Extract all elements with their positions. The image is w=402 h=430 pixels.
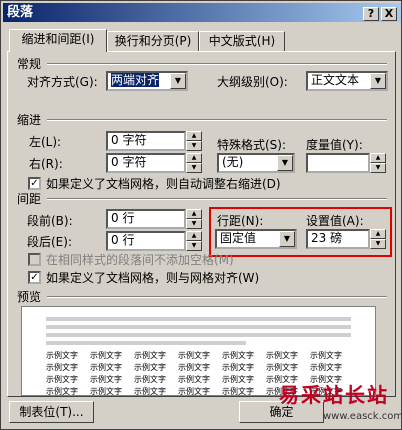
preview-sample-text: 示例文字 — [46, 363, 78, 372]
no-space-same-style-label: 在相同样式的段落间不添加空格(M) — [46, 253, 234, 267]
space-after-input[interactable]: 0 行 — [106, 231, 186, 251]
tab-line-page-breaks[interactable]: 换行和分页(P) — [107, 31, 199, 51]
preview-sample-text: 示例文字 — [90, 387, 122, 396]
preview-sample-text: 示例文字 — [46, 351, 78, 360]
preview-sample-text: 示例文字 — [134, 363, 166, 372]
preview-sample-text: 示例文字 — [134, 387, 166, 396]
close-button[interactable]: X — [381, 7, 397, 21]
spin-down-icon[interactable]: ▼ — [186, 241, 202, 251]
help-button[interactable]: ? — [363, 7, 379, 21]
no-space-same-style-checkbox[interactable] — [28, 253, 41, 266]
spacing-divider — [47, 198, 387, 200]
chevron-down-icon[interactable]: ▼ — [277, 155, 293, 171]
spin-up-icon[interactable]: ▲ — [186, 209, 202, 219]
snap-grid-label: 如果定义了文档网格，则与网格对齐(W) — [46, 271, 260, 285]
preview-sample-text: 示例文字 — [222, 351, 254, 360]
preview-sample-text: 示例文字 — [90, 375, 122, 384]
right-indent-input[interactable]: 0 字符 — [106, 153, 186, 173]
preview-sample-text: 示例文字 — [222, 387, 254, 396]
preview-prev-line — [46, 317, 351, 321]
preview-sample-text: 示例文字 — [310, 363, 342, 372]
alignment-dropdown[interactable]: 两端对齐 ▼ — [106, 71, 188, 91]
space-before-input[interactable]: 0 行 — [106, 209, 186, 229]
space-before-stepper[interactable]: ▲ ▼ — [186, 209, 202, 229]
spin-down-icon[interactable]: ▼ — [186, 163, 202, 173]
space-after-label: 段后(E): — [27, 235, 72, 249]
left-indent-stepper[interactable]: ▲ ▼ — [186, 131, 202, 151]
highlight-box — [209, 207, 392, 257]
indent-heading: 缩进 — [17, 113, 42, 127]
chevron-down-icon[interactable]: ▼ — [170, 73, 186, 89]
special-format-label: 特殊格式(S): — [217, 138, 287, 152]
left-indent-label: 左(L): — [29, 135, 62, 149]
spin-down-icon[interactable]: ▼ — [186, 141, 202, 151]
measure-stepper[interactable]: ▲ ▼ — [370, 153, 386, 173]
indent-divider — [47, 119, 387, 121]
preview-prev-line — [46, 341, 246, 345]
preview-sample-text: 示例文字 — [134, 375, 166, 384]
right-indent-label: 右(R): — [29, 157, 63, 171]
outline-level-dropdown[interactable]: 正文文本 ▼ — [306, 71, 388, 91]
spin-up-icon[interactable]: ▲ — [370, 153, 386, 163]
measure-label: 度量值(Y): — [306, 138, 363, 152]
alignment-value: 两端对齐 — [111, 73, 160, 87]
tabs-button[interactable]: 制表位(T)... — [9, 401, 94, 423]
preview-sample-text: 示例文字 — [46, 375, 78, 384]
preview-sample-text: 示例文字 — [90, 363, 122, 372]
preview-divider — [47, 296, 387, 298]
paragraph-dialog: 段落 ? X 缩进和间距(I) 换行和分页(P) 中文版式(H) 常规 对齐方式… — [0, 0, 402, 430]
preview-sample-text: 示例文字 — [178, 387, 210, 396]
outline-level-label: 大纲级别(O): — [217, 75, 288, 89]
space-before-label: 段前(B): — [27, 214, 73, 228]
right-indent-stepper[interactable]: ▲ ▼ — [186, 153, 202, 173]
watermark-logo: 易采站长站 — [279, 383, 389, 407]
left-indent-input[interactable]: 0 字符 — [106, 131, 186, 151]
space-after-stepper[interactable]: ▲ ▼ — [186, 231, 202, 251]
general-heading: 常规 — [17, 57, 42, 71]
preview-sample-text: 示例文字 — [178, 363, 210, 372]
snap-grid-checkbox[interactable]: ✓ — [28, 271, 41, 284]
preview-prev-line — [46, 333, 351, 337]
preview-prev-line — [46, 325, 351, 329]
preview-heading: 预览 — [17, 290, 42, 304]
alignment-label: 对齐方式(G): — [27, 75, 98, 89]
auto-adjust-checkbox[interactable]: ✓ — [28, 177, 41, 190]
spacing-heading: 间距 — [17, 192, 42, 206]
preview-sample-text: 示例文字 — [46, 387, 78, 396]
general-divider — [47, 63, 387, 65]
special-format-dropdown[interactable]: (无) ▼ — [217, 153, 295, 173]
preview-sample-text: 示例文字 — [222, 363, 254, 372]
outline-level-value: 正文文本 — [311, 73, 360, 87]
preview-sample-text: 示例文字 — [178, 375, 210, 384]
auto-adjust-label: 如果定义了文档网格，则自动调整右缩进(D) — [46, 177, 281, 191]
preview-sample-text: 示例文字 — [266, 351, 298, 360]
tab-indent-spacing[interactable]: 缩进和间距(I) — [9, 29, 107, 52]
preview-sample-text: 示例文字 — [222, 375, 254, 384]
preview-sample-text: 示例文字 — [310, 351, 342, 360]
spin-up-icon[interactable]: ▲ — [186, 231, 202, 241]
spin-down-icon[interactable]: ▼ — [370, 163, 386, 173]
spin-down-icon[interactable]: ▼ — [186, 219, 202, 229]
preview-sample-text: 示例文字 — [266, 363, 298, 372]
title-bar: 段落 ? X — [3, 3, 401, 22]
preview-sample-text: 示例文字 — [178, 351, 210, 360]
preview-sample-text: 示例文字 — [134, 351, 166, 360]
chevron-down-icon[interactable]: ▼ — [370, 73, 386, 89]
tab-asian-typography[interactable]: 中文版式(H) — [199, 31, 285, 51]
window-title: 段落 — [7, 5, 34, 20]
spin-up-icon[interactable]: ▲ — [186, 131, 202, 141]
spin-up-icon[interactable]: ▲ — [186, 153, 202, 163]
watermark-url: www.easck.com — [323, 411, 402, 422]
preview-sample-text: 示例文字 — [90, 351, 122, 360]
measure-input[interactable] — [306, 153, 370, 173]
special-format-value: (无) — [222, 155, 244, 169]
